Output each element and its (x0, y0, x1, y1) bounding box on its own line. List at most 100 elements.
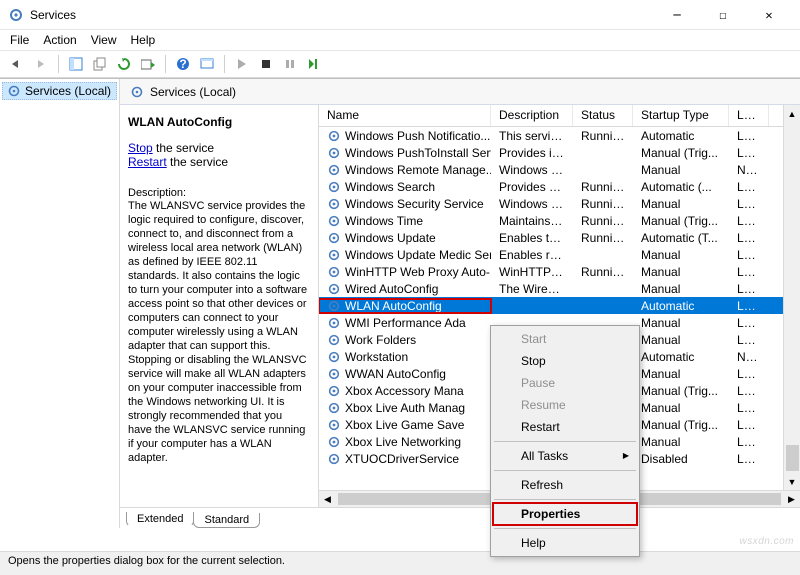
show-tree-button[interactable] (65, 53, 87, 75)
column-log-on[interactable]: Log On (729, 105, 769, 126)
cell-status: Running (573, 129, 633, 143)
cell-description: Provides co... (491, 180, 573, 194)
cell-startup: Manual (633, 316, 729, 330)
stop-service-button[interactable] (255, 53, 277, 75)
cell-startup: Manual (633, 435, 729, 449)
cell-description: Enables the ... (491, 231, 573, 245)
cell-name: WLAN AutoConfig (319, 299, 491, 313)
scroll-right-arrow[interactable]: ▶ (783, 491, 800, 507)
forward-button[interactable] (30, 53, 52, 75)
console-button[interactable] (196, 53, 218, 75)
ctx-help[interactable]: Help (493, 532, 637, 554)
cell-startup: Manual (633, 248, 729, 262)
column-description[interactable]: Description (491, 105, 573, 126)
cell-logon: Local Sy (729, 435, 769, 449)
cell-logon: Local Sy (729, 418, 769, 432)
cell-logon: Local Sy (729, 316, 769, 330)
ctx-stop[interactable]: Stop (493, 350, 637, 372)
scroll-up-arrow[interactable]: ▲ (784, 105, 800, 122)
column-status[interactable]: Status (573, 105, 633, 126)
table-row[interactable]: Windows Security ServiceWindows Se...Run… (319, 195, 800, 212)
menubar: File Action View Help (0, 30, 800, 50)
cell-logon: Local Sy (729, 401, 769, 415)
vertical-scrollbar[interactable]: ▲ ▼ (783, 105, 800, 490)
cell-startup: Manual (633, 197, 729, 211)
export-button[interactable] (137, 53, 159, 75)
table-row[interactable]: Windows Remote Manage...Windows R...Manu… (319, 161, 800, 178)
column-name[interactable]: Name (319, 105, 491, 126)
table-row[interactable]: WLAN AutoConfigAutomaticLocal Sy (319, 297, 800, 314)
ctx-restart[interactable]: Restart (493, 416, 637, 438)
statusbar: Opens the properties dialog box for the … (0, 551, 800, 575)
cell-logon: Local Sy (729, 180, 769, 194)
ctx-pause: Pause (493, 372, 637, 394)
close-button[interactable]: ✕ (746, 0, 792, 30)
tree-node-services-local[interactable]: Services (Local) (2, 82, 117, 100)
properties-button[interactable] (89, 53, 111, 75)
column-startup-type[interactable]: Startup Type (633, 105, 729, 126)
cell-name: WWAN AutoConfig (319, 367, 491, 381)
cell-logon: Local Sy (729, 299, 769, 313)
cell-logon: Local Sy (729, 282, 769, 296)
stop-link-suffix: the service (153, 141, 214, 155)
tab-standard[interactable]: Standard (193, 513, 260, 528)
cell-name: Wired AutoConfig (319, 282, 491, 296)
cell-logon: Local S (729, 214, 769, 228)
scroll-left-arrow[interactable]: ◀ (319, 491, 336, 507)
cell-logon: Local Sy (729, 129, 769, 143)
menu-file[interactable]: File (10, 33, 29, 47)
cell-name: Windows Update Medic Ser... (319, 248, 491, 262)
menu-help[interactable]: Help (131, 33, 156, 47)
ctx-start: Start (493, 328, 637, 350)
cell-logon: Local S (729, 333, 769, 347)
toolbar: ? (0, 50, 800, 78)
maximize-button[interactable]: ☐ (700, 0, 746, 30)
cell-name: Windows Update (319, 231, 491, 245)
cell-startup: Automatic (633, 129, 729, 143)
table-row[interactable]: Windows UpdateEnables the ...RunningAuto… (319, 229, 800, 246)
table-row[interactable]: Windows Update Medic Ser...Enables rem..… (319, 246, 800, 263)
restart-link[interactable]: Restart (128, 155, 167, 169)
ctx-separator (494, 499, 636, 500)
scroll-v-thumb[interactable] (786, 445, 799, 471)
cell-description: This service ... (491, 129, 573, 143)
description-label: Description: (128, 187, 308, 199)
ctx-properties[interactable]: Properties (493, 503, 637, 525)
services-icon (8, 7, 24, 23)
window-title: Services (8, 7, 654, 23)
table-row[interactable]: Wired AutoConfigThe Wired A...ManualLoca… (319, 280, 800, 297)
cell-status: Running (573, 180, 633, 194)
main-area: Services (Local) Services (Local) WLAN A… (0, 78, 800, 528)
table-row[interactable]: Windows TimeMaintains d...RunningManual … (319, 212, 800, 229)
cell-name: WMI Performance Ada (319, 316, 491, 330)
pause-service-button[interactable] (279, 53, 301, 75)
refresh-button[interactable] (113, 53, 135, 75)
stop-link[interactable]: Stop (128, 141, 153, 155)
start-service-button[interactable] (231, 53, 253, 75)
cell-startup: Disabled (633, 452, 729, 466)
help-button[interactable]: ? (172, 53, 194, 75)
cell-name: XTUOCDriverService (319, 452, 491, 466)
cell-logon: Local Sy (729, 197, 769, 211)
minimize-button[interactable]: ─ (654, 0, 700, 30)
right-pane: Services (Local) WLAN AutoConfig Stop th… (120, 79, 800, 528)
table-row[interactable]: Windows SearchProvides co...RunningAutom… (319, 178, 800, 195)
window-controls: ─ ☐ ✕ (654, 0, 792, 30)
table-row[interactable]: WinHTTP Web Proxy Auto-...WinHTTP i...Ru… (319, 263, 800, 280)
table-row[interactable]: Windows Push Notificatio...This service … (319, 127, 800, 144)
table-row[interactable]: Windows PushToInstall Serv...Provides in… (319, 144, 800, 161)
cell-description: Enables rem... (491, 248, 573, 262)
tab-extended[interactable]: Extended (126, 512, 194, 527)
back-button[interactable] (6, 53, 28, 75)
restart-service-button[interactable] (303, 53, 325, 75)
ctx-all-tasks[interactable]: All Tasks (493, 445, 637, 467)
ctx-refresh[interactable]: Refresh (493, 474, 637, 496)
watermark: wsxdn.com (739, 536, 794, 547)
menu-action[interactable]: Action (43, 33, 76, 47)
menu-view[interactable]: View (91, 33, 117, 47)
scroll-down-arrow[interactable]: ▼ (784, 473, 800, 490)
left-tree-pane[interactable]: Services (Local) (0, 79, 120, 528)
cell-name: Work Folders (319, 333, 491, 347)
ctx-separator (494, 470, 636, 471)
cell-startup: Automatic (T... (633, 231, 729, 245)
